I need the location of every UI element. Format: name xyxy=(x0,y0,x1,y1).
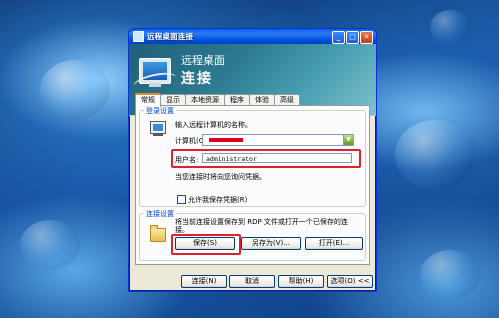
remote-desktop-icon xyxy=(133,31,144,42)
minimize-button[interactable]: _ xyxy=(332,31,345,44)
connection-settings-legend: 连接设置 xyxy=(144,209,176,219)
username-input[interactable]: administrator xyxy=(202,153,352,163)
general-tab-panel: 登录设置 输入远程计算机的名称。 计算机(C): ▼ 用户名: administ… xyxy=(135,105,370,265)
computer-combobox[interactable]: ▼ xyxy=(202,134,354,146)
save-as-button[interactable]: 另存为(V)... xyxy=(241,237,301,250)
cancel-button[interactable]: 取消 xyxy=(229,275,275,288)
computer-icon xyxy=(150,121,166,134)
remote-desktop-window: 远程桌面连接 _ □ ✕ 远程桌面 连接 常规 显示 本地资源 程序 体验 高级… xyxy=(128,28,377,292)
connection-description: 将当前连接设置保存到 RDP 文件或打开一个已保存的连接。 xyxy=(175,218,348,234)
logon-prompt: 输入远程计算机的名称。 xyxy=(175,121,252,129)
water-drop-bg xyxy=(40,60,110,120)
tab-general[interactable]: 常规 xyxy=(135,93,161,107)
logon-settings-group: 登录设置 输入远程计算机的名称。 计算机(C): ▼ 用户名: administ… xyxy=(139,106,366,207)
water-drop-bg xyxy=(420,250,480,300)
options-button[interactable]: 选项(O) << xyxy=(327,275,373,288)
tab-strip: 常规 显示 本地资源 程序 体验 高级 xyxy=(135,93,300,107)
logon-settings-legend: 登录设置 xyxy=(144,106,176,116)
folder-icon xyxy=(150,225,166,242)
help-button[interactable]: 帮助(H) xyxy=(278,275,324,288)
username-label: 用户名: xyxy=(175,156,199,164)
maximize-button[interactable]: □ xyxy=(346,31,359,44)
window-title: 远程桌面连接 xyxy=(147,32,194,41)
credentials-note: 当您连接时将向您询问凭据。 xyxy=(175,173,266,181)
water-drop-bg xyxy=(430,10,470,45)
redacted-computer-name xyxy=(209,138,243,142)
computer-icon-base xyxy=(153,134,163,136)
save-credentials-checkbox[interactable] xyxy=(177,195,186,204)
title-bar[interactable]: 远程桌面连接 _ □ ✕ xyxy=(129,29,376,44)
banner-title-line1: 远程桌面 xyxy=(181,54,225,67)
save-credentials-label: 允许我保存凭据(R) xyxy=(188,196,248,204)
banner-title-line2: 连接 xyxy=(181,71,213,87)
save-button[interactable]: 保存(S) xyxy=(175,237,235,250)
connect-button[interactable]: 连接(N) xyxy=(181,275,227,288)
open-button[interactable]: 打开(E)... xyxy=(305,237,363,250)
close-button[interactable]: ✕ xyxy=(360,31,373,44)
water-drop-bg xyxy=(20,220,80,270)
chevron-down-icon[interactable]: ▼ xyxy=(343,135,353,145)
connection-settings-group: 连接设置 将当前连接设置保存到 RDP 文件或打开一个已保存的连接。 保存(S)… xyxy=(139,209,366,261)
water-drop-bg xyxy=(395,120,475,190)
